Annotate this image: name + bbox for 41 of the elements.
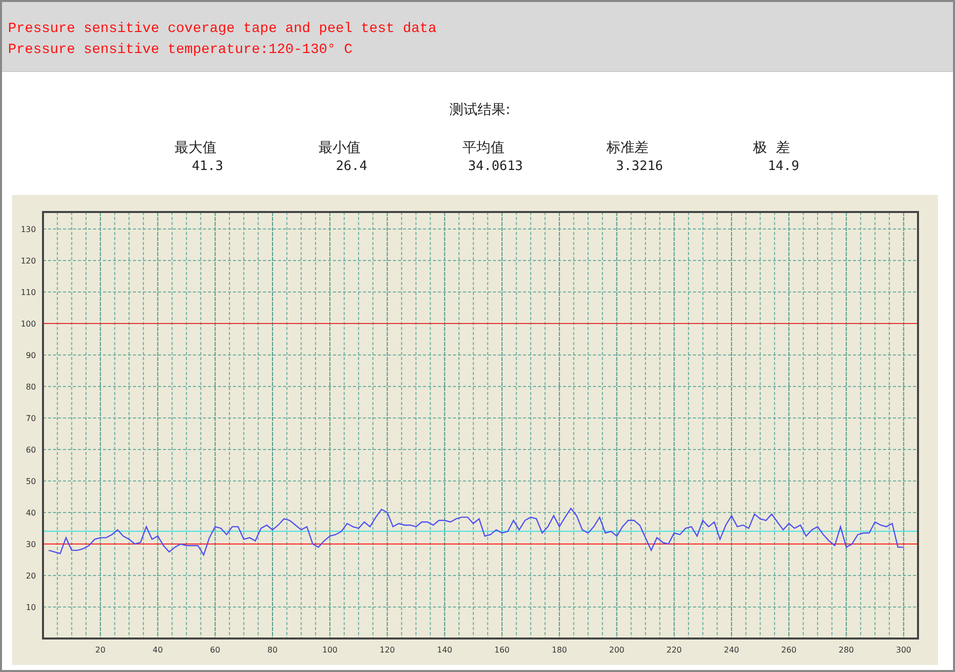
y-tick-label: 110 — [20, 288, 36, 297]
y-tick-label: 50 — [26, 477, 36, 486]
stat-label: 最小值 — [318, 139, 360, 157]
x-tick-label: 100 — [322, 646, 338, 654]
y-tick-label: 120 — [20, 256, 36, 266]
stat-value: 26.4 — [336, 159, 368, 174]
y-tick-label: 80 — [26, 382, 36, 392]
y-tick-label: 90 — [26, 351, 36, 360]
x-tick-label: 180 — [552, 646, 568, 654]
x-tick-label: 220 — [666, 646, 682, 654]
stat-label: 最大值 — [174, 139, 216, 157]
x-tick-label: 300 — [896, 646, 912, 654]
y-tick-label: 60 — [26, 446, 36, 454]
y-tick-label: 20 — [26, 572, 36, 580]
x-tick-label: 200 — [609, 646, 624, 654]
results-title: 测试结果: — [450, 101, 510, 119]
y-tick-label: 10 — [26, 603, 36, 612]
stat-label: 标准差 — [606, 139, 648, 157]
x-tick-label: 120 — [380, 646, 395, 654]
x-tick-label: 40 — [152, 646, 163, 654]
stat-value: 14.9 — [768, 159, 800, 174]
header-text: Pressure sensitive coverage tape and peel test data — [8, 20, 436, 39]
x-tick-label: 260 — [781, 646, 797, 654]
stat-value: 34.0613 — [468, 159, 523, 174]
x-tick-label: 60 — [210, 646, 220, 654]
stat-label: 平均值 — [462, 139, 504, 157]
y-tick-label: 100 — [20, 320, 36, 328]
y-tick-label: 40 — [26, 508, 36, 518]
stat-label: 极 差 — [753, 139, 790, 157]
x-tick-label: 140 — [437, 646, 452, 654]
y-tick-label: 30 — [26, 540, 36, 549]
stat-value: 3.3216 — [616, 159, 663, 174]
x-tick-label: 20 — [95, 646, 106, 654]
header-text: Pressure sensitive temperature:120-130° C — [8, 41, 352, 60]
x-tick-label: 240 — [724, 646, 740, 654]
x-tick-label: 280 — [838, 646, 854, 654]
x-tick-label: 80 — [267, 646, 278, 654]
y-tick-label: 70 — [26, 414, 36, 423]
stat-value: 41.3 — [192, 159, 224, 174]
y-tick-label: 130 — [20, 225, 36, 234]
x-tick-label: 160 — [494, 646, 510, 654]
